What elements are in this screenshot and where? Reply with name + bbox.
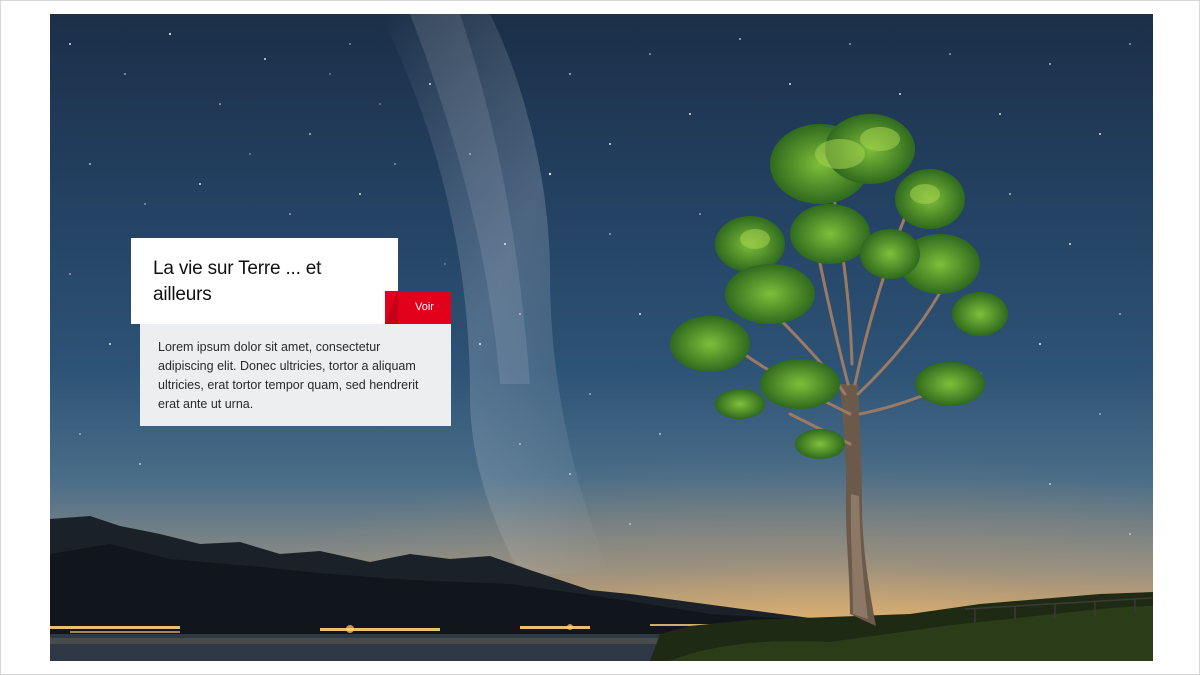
voir-button-label: Voir	[415, 301, 434, 313]
card-title-box: La vie sur Terre ... et ailleurs	[131, 238, 398, 324]
card-title: La vie sur Terre ... et ailleurs	[153, 258, 322, 305]
voir-button[interactable]: Voir	[385, 291, 451, 324]
card-description: Lorem ipsum dolor sit amet, consectetur …	[158, 340, 419, 411]
card-description-box: Lorem ipsum dolor sit amet, consectetur …	[140, 324, 451, 426]
